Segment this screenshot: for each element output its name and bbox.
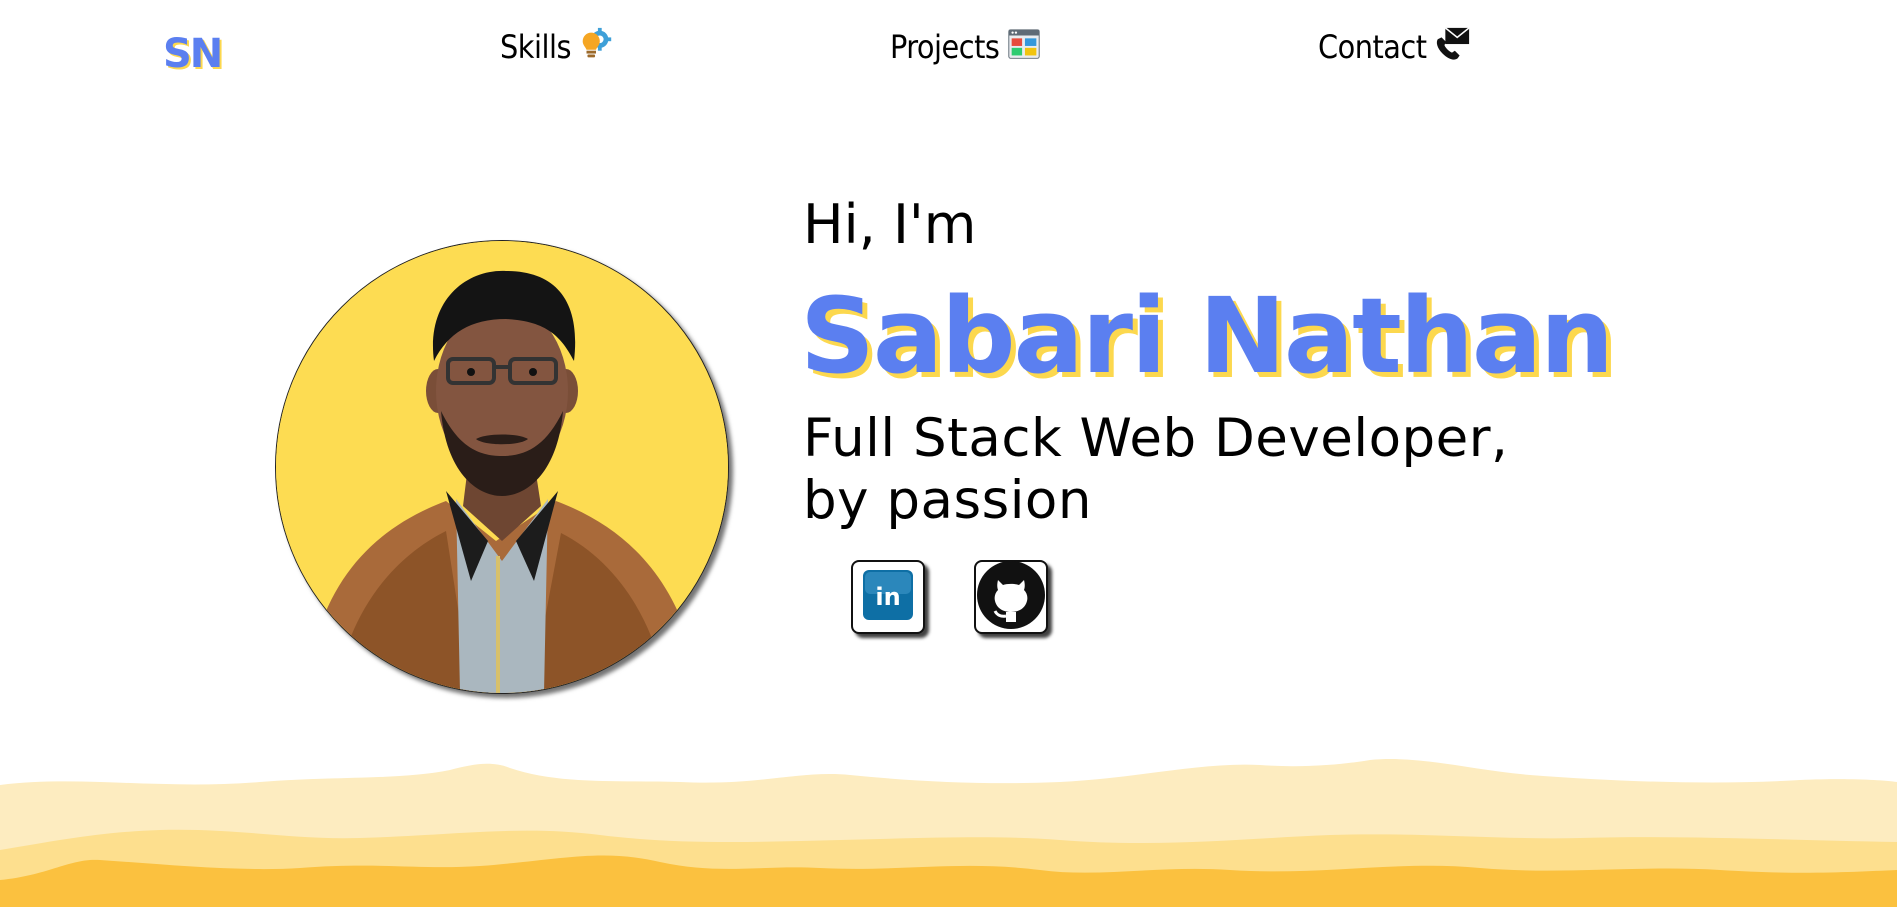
hero-name: Sabari Nathan (800, 275, 1614, 397)
tagline-line-1: Full Stack Web Developer, (803, 408, 1509, 469)
hero-tagline: Full Stack Web Developer, by passion (803, 408, 1508, 532)
phone-envelope-icon (1433, 26, 1471, 64)
nav-contact-label: Contact (1318, 28, 1427, 66)
logo[interactable]: SN (163, 34, 223, 74)
greeting-text: Hi, I'm (803, 193, 977, 256)
profile-photo (275, 240, 729, 694)
nav-contact-link[interactable]: Contact (1318, 26, 1471, 64)
hills-decoration (0, 758, 1897, 907)
lightbulb-gear-icon (577, 26, 615, 64)
nav-skills-label: Skills (500, 28, 571, 66)
linkedin-icon: in (862, 569, 914, 625)
nav-skills-link[interactable]: Skills (500, 26, 615, 64)
svg-text:in: in (875, 583, 900, 611)
tagline-line-2: by passion (803, 470, 1092, 531)
nav-projects-link[interactable]: Projects (890, 26, 1043, 64)
github-button[interactable] (974, 560, 1048, 634)
nav-projects-label: Projects (890, 28, 1000, 66)
github-icon (976, 560, 1046, 634)
linkedin-button[interactable]: in (851, 560, 925, 634)
dashboard-window-icon (1005, 26, 1043, 64)
